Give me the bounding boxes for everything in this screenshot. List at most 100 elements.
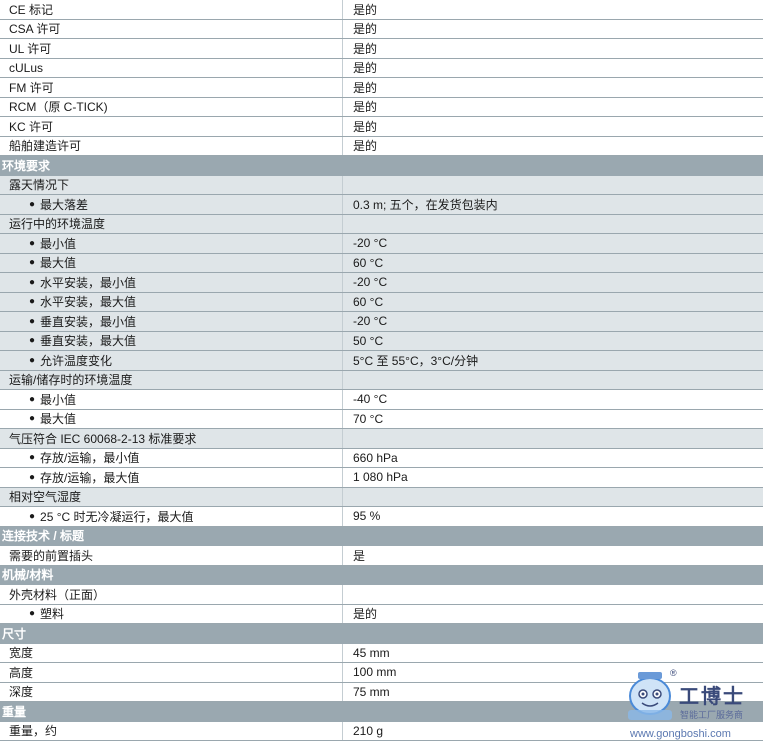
label-text: 机械/材料 [2,568,54,583]
label-text: 最小值 [40,392,77,407]
label-text: 宽度 [9,646,34,661]
spec-row: 相对空气湿度 [0,487,763,507]
spec-table: CE 标记 是的 CSA 许可 是的 UL 许可 是的 cULus 是的 FM 许可 是的 RCM（… [0,0,763,741]
section-header: 尺寸 [0,624,763,644]
bullet-icon: ● [29,608,36,620]
label-text: 允许温度变化 [40,353,113,368]
spec-label: 外壳材料（正面） [0,585,343,604]
spec-label: ● 存放/运输，最大值 [0,468,343,487]
spec-value: 是的 [353,22,378,37]
label-text: 连接技术 / 标题 [2,529,85,544]
spec-label: 运行中的环境温度 [0,214,343,233]
label-text: 露天情况下 [9,178,70,193]
spec-value: 1 080 hPa [353,470,408,485]
spec-row: ● 最大落差 0.3 m; 五个，在发货包装内 [0,195,763,215]
label-text: FM 许可 [9,80,54,95]
bullet-icon: ● [29,471,36,483]
label-text: 最大值 [40,256,77,271]
spec-row: ● 垂直安装，最大值 50 °C [0,331,763,351]
section-header: 机械/材料 [0,565,763,585]
spec-row: ● 塑料 是的 [0,604,763,624]
spec-value [343,156,763,175]
spec-label: cULus [0,58,343,77]
bullet-icon: ● [29,198,36,210]
spec-label: ● 最小值 [0,234,343,253]
spec-label: CSA 许可 [0,19,343,38]
bullet-icon: ● [29,413,36,425]
bullet-icon: ● [29,393,36,405]
spec-row: ● 最小值 -20 °C [0,234,763,254]
label-text: 气压符合 IEC 60068-2-13 标准要求 [9,431,197,446]
spec-row: 需要的前置插头 是 [0,546,763,566]
label-text: 最大落差 [40,197,89,212]
label-text: 重量 [2,704,27,719]
spec-label: 高度 [0,663,343,682]
spec-value: 210 g [353,723,384,738]
spec-row: 高度 100 mm [0,663,763,683]
spec-label: 重量，约 [0,721,343,740]
bullet-icon: ● [29,452,36,464]
spec-value [343,371,763,390]
label-text: 重量，约 [9,724,58,739]
spec-value [343,702,763,721]
spec-value: 100 mm [353,665,397,680]
label-text: RCM（原 C-TICK) [9,100,108,115]
spec-label: RCM（原 C-TICK) [0,97,343,116]
spec-label: 气压符合 IEC 60068-2-13 标准要求 [0,429,343,448]
section-title: 机械/材料 [0,566,343,585]
spec-row: ● 最大值 70 °C [0,409,763,429]
spec-row: 船舶建造许可 是的 [0,136,763,156]
label-text: 存放/运输，最小值 [40,451,140,466]
spec-label: FM 许可 [0,78,343,97]
spec-value: 60 °C [353,255,384,270]
label-text: CE 标记 [9,2,54,17]
spec-value: 是的 [353,61,378,76]
spec-label: ● 存放/运输，最小值 [0,448,343,467]
spec-value: -20 °C [353,236,388,251]
spec-label: ● 最大值 [0,409,343,428]
label-text: 运输/储存时的环境温度 [9,373,133,388]
spec-label: ● 水平安装，最大值 [0,292,343,311]
bullet-icon: ● [29,315,36,327]
spec-value [343,527,763,546]
label-text: 垂直安装，最大值 [40,334,137,349]
spec-value [343,176,763,195]
label-text: CSA 许可 [9,22,61,37]
section-header: 重量 [0,702,763,722]
spec-row: 运输/储存时的环境温度 [0,370,763,390]
spec-label: UL 许可 [0,39,343,58]
spec-row: CE 标记 是的 [0,0,763,20]
label-text: 水平安装，最小值 [40,275,137,290]
spec-value: 是的 [353,139,378,154]
label-text: KC 许可 [9,119,54,134]
bullet-icon: ● [29,237,36,249]
spec-label: ● 垂直安装，最大值 [0,331,343,350]
spec-label: ● 塑料 [0,604,343,623]
label-text: 尺寸 [2,626,27,641]
label-text: 相对空气湿度 [9,490,82,505]
label-text: 垂直安装，最小值 [40,314,137,329]
spec-value: 是的 [353,80,378,95]
label-text: 高度 [9,665,34,680]
spec-value [343,585,763,604]
spec-row: ● 水平安装，最小值 -20 °C [0,273,763,293]
spec-value [343,429,763,448]
bullet-icon: ● [29,257,36,269]
section-title: 重量 [0,702,343,721]
spec-row: ● 垂直安装，最小值 -20 °C [0,312,763,332]
bullet-icon: ● [29,335,36,347]
spec-label: 运输/储存时的环境温度 [0,370,343,389]
spec-label: 船舶建造许可 [0,136,343,155]
spec-value [343,566,763,585]
spec-value: -40 °C [353,392,388,407]
spec-row: CSA 许可 是的 [0,19,763,39]
label-text: 运行中的环境温度 [9,217,106,232]
spec-row: 重量，约 210 g [0,721,763,741]
spec-value: 是的 [353,607,378,622]
spec-row: 深度 75 mm [0,682,763,702]
spec-row: 宽度 45 mm [0,643,763,663]
spec-value [343,624,763,643]
spec-label: ● 最大落差 [0,195,343,214]
spec-row: 气压符合 IEC 60068-2-13 标准要求 [0,429,763,449]
section-header: 连接技术 / 标题 [0,526,763,546]
